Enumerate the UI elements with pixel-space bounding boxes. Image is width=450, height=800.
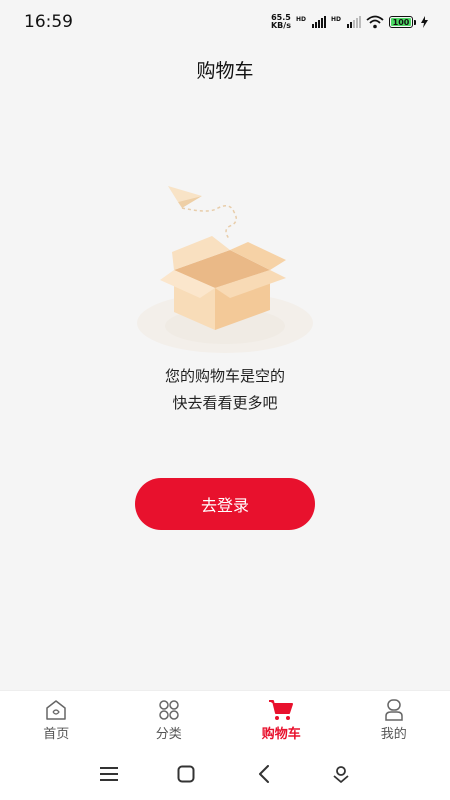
tab-profile-label: 我的 (380, 726, 407, 742)
signal-icon (311, 16, 326, 28)
system-nav-bar (0, 748, 450, 800)
signal-icon-2 (347, 16, 361, 28)
home-icon (46, 699, 66, 720)
status-time: 16:59 (24, 12, 73, 32)
tab-cart-label: 购物车 (261, 726, 301, 742)
tab-category[interactable]: 分类 (113, 691, 226, 749)
empty-cart-illustration (137, 186, 313, 353)
battery-level: 100 (392, 17, 410, 27)
status-bar: 16:59 65.5 KB/s HD HD 100 (0, 0, 450, 44)
profile-icon (385, 698, 403, 721)
wifi-icon (366, 15, 384, 29)
empty-cart-hint: 快去看看更多吧 (172, 394, 278, 412)
cart-icon (269, 699, 294, 720)
empty-cart-message: 您的购物车是空的 (164, 367, 285, 385)
tab-cart[interactable]: 购物车 (225, 691, 338, 749)
category-icon (159, 699, 179, 720)
tab-category-label: 分类 (155, 726, 182, 742)
back-button[interactable] (249, 759, 279, 789)
menu-icon (99, 767, 118, 781)
assistant-button[interactable] (326, 759, 356, 789)
tab-home-label: 首页 (43, 726, 70, 742)
login-button[interactable]: 去登录 (135, 478, 315, 530)
hd-label: HD (295, 16, 306, 23)
back-icon (258, 765, 269, 783)
assistant-icon (333, 766, 349, 783)
page-title: 购物车 (196, 60, 254, 82)
tab-profile[interactable]: 我的 (338, 691, 450, 749)
status-icons: 65.5 KB/s HD HD 100 (271, 14, 428, 30)
charging-icon (421, 16, 428, 28)
home-button[interactable] (171, 759, 201, 789)
battery-icon: 100 (389, 16, 413, 28)
bottom-tab-bar: 首页 分类 购物车 我的 (0, 690, 450, 749)
home-square-icon (177, 765, 195, 783)
recent-apps-button[interactable] (94, 759, 124, 789)
hd-label-2: HD (330, 16, 341, 23)
network-speed-unit: KB/s (270, 21, 291, 30)
network-speed: 65.5 KB/s (271, 14, 291, 30)
tab-home[interactable]: 首页 (0, 691, 113, 749)
